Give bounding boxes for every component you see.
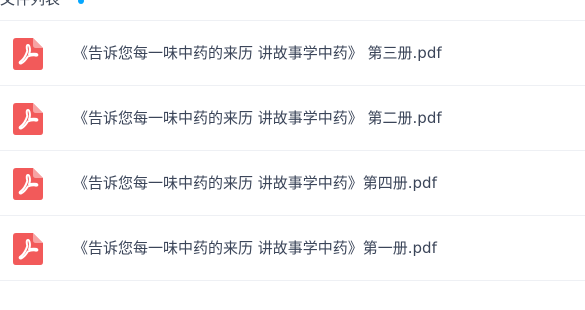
file-browser: 文件列表 《告诉您每一味中药的来历 讲故事学中药》 第三册.pdf bbox=[0, 0, 585, 310]
file-list: 《告诉您每一味中药的来历 讲故事学中药》 第三册.pdf 《告诉您每一味中药的来… bbox=[0, 20, 585, 281]
section-title: 文件列表 bbox=[0, 0, 60, 9]
file-name[interactable]: 《告诉您每一味中药的来历 讲故事学中药》第四册.pdf bbox=[73, 151, 437, 215]
pdf-icon bbox=[13, 233, 43, 265]
file-name[interactable]: 《告诉您每一味中药的来历 讲故事学中药》 第二册.pdf bbox=[73, 86, 442, 150]
pdf-icon bbox=[13, 38, 43, 70]
file-row[interactable]: 《告诉您每一味中药的来历 讲故事学中药》 第三册.pdf bbox=[0, 21, 585, 86]
section-header: 文件列表 bbox=[0, 0, 585, 20]
pdf-icon bbox=[13, 168, 43, 200]
file-name[interactable]: 《告诉您每一味中药的来历 讲故事学中药》第一册.pdf bbox=[73, 216, 437, 280]
pdf-icon bbox=[13, 103, 43, 135]
file-row[interactable]: 《告诉您每一味中药的来历 讲故事学中药》第四册.pdf bbox=[0, 151, 585, 216]
file-name[interactable]: 《告诉您每一味中药的来历 讲故事学中药》 第三册.pdf bbox=[73, 21, 442, 85]
file-row[interactable]: 《告诉您每一味中药的来历 讲故事学中药》第一册.pdf bbox=[0, 216, 585, 281]
badge-dot bbox=[78, 0, 84, 4]
file-row[interactable]: 《告诉您每一味中药的来历 讲故事学中药》 第二册.pdf bbox=[0, 86, 585, 151]
